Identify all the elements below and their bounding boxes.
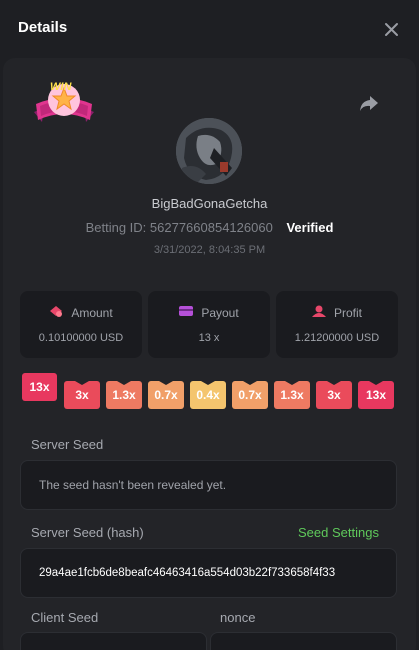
win-badge-icon: WIN bbox=[30, 78, 98, 130]
stat-value: 0.10100000 USD bbox=[38, 332, 124, 344]
stat-amount: Amount 0.10100000 USD bbox=[20, 291, 142, 358]
stat-value: 13 x bbox=[198, 332, 220, 344]
server-seed-hash-value: 29a4ae1fcb6de8beafc46463416a554d03b22f73… bbox=[39, 567, 336, 579]
share-arrow-icon[interactable] bbox=[358, 93, 380, 113]
multiplier-label: 13x bbox=[365, 388, 387, 402]
multiplier-label: 1.3x bbox=[280, 388, 304, 402]
client-seed-label: Client Seed bbox=[31, 610, 99, 625]
multiplier-label: 13x bbox=[29, 380, 50, 394]
multiplier-label: 0.7x bbox=[154, 388, 178, 402]
multiplier-slot: 3x bbox=[316, 381, 352, 409]
multiplier-slot: 0.4x bbox=[190, 381, 226, 409]
multiplier-label: 0.7x bbox=[238, 388, 262, 402]
betting-id-value: 56277660854126060 bbox=[149, 220, 273, 235]
modal-title: Details bbox=[18, 19, 68, 36]
server-seed-label: Server Seed bbox=[31, 437, 104, 452]
bet-timestamp: 3/31/2022, 8:04:35 PM bbox=[153, 244, 266, 256]
profit-icon bbox=[311, 305, 326, 320]
stat-profit: Profit 1.21200000 USD bbox=[276, 291, 398, 358]
server-seed-field: The seed hasn't been revealed yet. bbox=[20, 460, 397, 510]
multiplier-label: 3x bbox=[75, 388, 89, 402]
multiplier-slot-selected: 13x bbox=[22, 373, 57, 401]
multiplier-slot: 0.7x bbox=[232, 381, 268, 409]
multiplier-label: 3x bbox=[327, 388, 341, 402]
nonce-field[interactable] bbox=[210, 632, 397, 650]
stat-label: Amount bbox=[71, 305, 113, 320]
modal-header: Details bbox=[0, 0, 419, 58]
multiplier-slot: 13x bbox=[358, 381, 394, 409]
wallet-icon bbox=[179, 305, 194, 320]
stat-label: Payout bbox=[201, 305, 239, 320]
stat-value: 1.21200000 USD bbox=[294, 332, 380, 344]
server-seed-hash-field[interactable]: 29a4ae1fcb6de8beafc46463416a554d03b22f73… bbox=[20, 548, 397, 598]
multiplier-slot: 1.3x bbox=[274, 381, 310, 409]
multiplier-label: 0.4x bbox=[196, 388, 220, 402]
win-badge-text: WIN bbox=[50, 81, 72, 93]
verified-badge: Verified bbox=[286, 220, 334, 235]
multiplier-slot: 3x bbox=[64, 381, 100, 409]
nonce-label: nonce bbox=[220, 610, 256, 625]
betting-id-row: Betting ID: 56277660854126060 Verified bbox=[0, 220, 419, 235]
stat-payout: Payout 13 x bbox=[148, 291, 270, 358]
multiplier-slot: 1.3x bbox=[106, 381, 142, 409]
avatar bbox=[176, 118, 242, 184]
close-icon[interactable] bbox=[382, 20, 402, 40]
multiplier-slot: 0.7x bbox=[148, 381, 184, 409]
username: BigBadGonaGetcha bbox=[151, 196, 268, 211]
stat-label: Profit bbox=[333, 305, 362, 320]
server-seed-value: The seed hasn't been revealed yet. bbox=[39, 478, 227, 492]
seed-settings-link[interactable]: Seed Settings bbox=[298, 525, 379, 540]
betting-id-label: Betting ID: bbox=[85, 220, 147, 235]
client-seed-field[interactable] bbox=[20, 632, 207, 650]
multiplier-label: 1.3x bbox=[112, 388, 136, 402]
server-seed-hash-label: Server Seed (hash) bbox=[31, 525, 144, 540]
coins-icon bbox=[49, 305, 63, 320]
